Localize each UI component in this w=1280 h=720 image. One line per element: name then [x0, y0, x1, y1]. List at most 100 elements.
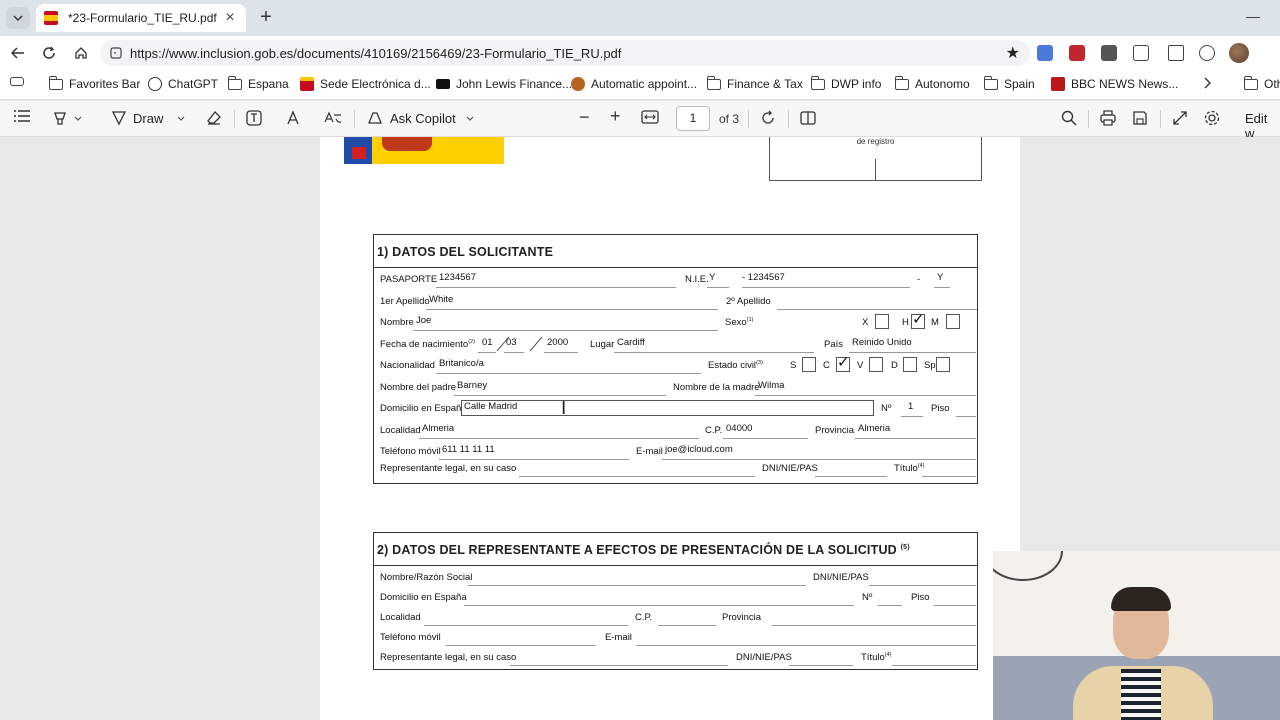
- chevron-down-icon: [466, 116, 474, 121]
- marital-v-checkbox[interactable]: [869, 357, 883, 372]
- extensions-icon[interactable]: [1133, 45, 1149, 61]
- translate-extension-icon[interactable]: [1037, 45, 1053, 61]
- passport-field[interactable]: 1234567: [439, 272, 476, 283]
- fav-item-finance-tax[interactable]: Finance & Tax: [707, 75, 803, 91]
- form-row-surnames: 1er Apellido White 2º Apellido: [374, 290, 977, 312]
- marital-s-checkbox[interactable]: [802, 357, 816, 372]
- read-aloud-button[interactable]: [286, 110, 302, 126]
- marital-s-label: S: [790, 360, 797, 371]
- save-button[interactable]: [1132, 110, 1148, 126]
- refresh-button[interactable]: [38, 42, 60, 64]
- collections-icon[interactable]: [1199, 45, 1215, 61]
- fullscreen-button[interactable]: [1172, 110, 1188, 126]
- sex-h-label: H: [902, 317, 909, 328]
- draw-button[interactable]: Draw: [111, 110, 185, 126]
- ask-copilot-button[interactable]: Ask Copilot: [366, 110, 474, 126]
- birth-place-field[interactable]: Cardiff: [617, 337, 645, 348]
- father-name-field[interactable]: Barney: [457, 380, 487, 391]
- page-view-icon: [800, 111, 816, 125]
- marital-sp-checkbox[interactable]: [936, 357, 950, 372]
- eraser-button[interactable]: [206, 110, 222, 126]
- fav-item-spain[interactable]: Spain: [984, 75, 1035, 91]
- home-button[interactable]: [70, 42, 92, 64]
- settings-button[interactable]: [1204, 110, 1220, 126]
- rep-legal-field[interactable]: [510, 665, 728, 666]
- add-text-button[interactable]: [246, 110, 262, 126]
- close-tab-icon[interactable]: ×: [222, 9, 238, 27]
- fav-item-autonomo[interactable]: Autonomo: [895, 75, 970, 91]
- address-number-field[interactable]: 1: [908, 401, 913, 412]
- highlight-button[interactable]: [52, 110, 82, 126]
- print-button[interactable]: [1100, 110, 1116, 126]
- fav-item-sede[interactable]: Sede Electrónica d...: [300, 77, 431, 91]
- search-button[interactable]: [1061, 110, 1077, 126]
- birth-month-field[interactable]: 03: [506, 337, 517, 348]
- fav-item-favorites-bar[interactable]: Favorites Bar: [49, 75, 140, 91]
- zoom-in-button[interactable]: +: [610, 106, 621, 127]
- address-field[interactable]: [461, 400, 874, 416]
- form-row-nationality: Nacionalidad Britanico/a Estado civil(3)…: [374, 354, 977, 376]
- mobile-field[interactable]: 611 11 11 11: [442, 444, 495, 455]
- rep-title-field[interactable]: [892, 665, 976, 666]
- form-row-rep-address: Domicilio en España Nº Piso: [374, 586, 977, 606]
- mother-name-field[interactable]: Wilma: [758, 380, 784, 391]
- sex-m-checkbox[interactable]: [946, 314, 960, 329]
- tab-actions-button[interactable]: [6, 7, 30, 29]
- back-button[interactable]: [7, 42, 29, 64]
- new-tab-button[interactable]: +: [256, 7, 276, 29]
- nie-control-letter-field[interactable]: Y: [937, 272, 943, 283]
- sex-x-checkbox[interactable]: [875, 314, 889, 329]
- rotate-button[interactable]: [760, 110, 776, 126]
- pdf-toolbar: Draw Ask Copilot − + 1 of 3 Edit w: [0, 101, 1280, 141]
- locality-label: Localidad: [380, 424, 421, 436]
- marital-d-checkbox[interactable]: [903, 357, 917, 372]
- fav-item-john-lewis[interactable]: John Lewis Finance...: [436, 77, 572, 91]
- minimize-window-button[interactable]: —: [1246, 8, 1260, 24]
- more-favorites-chevron-icon[interactable]: [1204, 77, 1212, 89]
- nie-number-field[interactable]: - 1234567: [742, 272, 785, 283]
- marital-sp-label: Sp: [924, 360, 936, 371]
- fav-item-other[interactable]: Oth: [1244, 75, 1280, 91]
- postcode-field[interactable]: 04000: [726, 423, 752, 434]
- legal-representative-field[interactable]: [519, 475, 755, 477]
- birth-year-field[interactable]: 2000: [547, 337, 568, 348]
- fav-item-espana[interactable]: Espana: [228, 75, 289, 91]
- rep-number-label: Nº: [862, 592, 873, 603]
- rep-dni2-field[interactable]: [789, 665, 853, 666]
- title-field[interactable]: [922, 475, 976, 477]
- first-name-field[interactable]: Joe: [416, 315, 431, 326]
- nationality-field[interactable]: Britanico/a: [439, 358, 484, 369]
- sex-label: Sexo(1): [725, 317, 754, 329]
- zoom-out-button[interactable]: −: [579, 107, 590, 128]
- surname1-field[interactable]: White: [429, 294, 453, 305]
- email-field[interactable]: joe@icloud.com: [665, 444, 733, 455]
- rep-address-label: Domicilio en España: [380, 592, 467, 603]
- birth-day-field[interactable]: 01: [482, 337, 493, 348]
- nie-letter-field[interactable]: Y: [709, 272, 715, 283]
- active-tab[interactable]: *23-Formulario_TIE_RU.pdf ×: [36, 4, 246, 32]
- reader-extension-icon[interactable]: [1101, 45, 1117, 61]
- fav-item-chatgpt[interactable]: ChatGPT: [148, 77, 218, 91]
- fav-item-appointment[interactable]: Automatic appoint...: [571, 77, 697, 91]
- province-field[interactable]: Almeria: [858, 423, 890, 434]
- fav-item-bbc[interactable]: BBC NEWS News...: [1051, 77, 1178, 91]
- url-field[interactable]: https://www.inclusion.gob.es/documents/4…: [100, 40, 1030, 66]
- page-number-input[interactable]: 1: [676, 106, 710, 131]
- fav-item-dwp[interactable]: DWP info: [811, 75, 881, 91]
- section-applicant: 1) DATOS DEL SOLICITANTE PASAPORTE 12345…: [373, 234, 978, 484]
- translate-button[interactable]: [324, 110, 342, 126]
- favorite-star-icon[interactable]: ★: [1006, 43, 1020, 63]
- contents-icon[interactable]: [14, 110, 30, 122]
- page-view-button[interactable]: [800, 110, 816, 126]
- form-row-rep-name: Nombre/Razón Social DNI/NIE/PAS: [374, 566, 977, 586]
- country-label: País: [824, 338, 844, 350]
- fit-page-button[interactable]: [641, 110, 659, 124]
- dni-field[interactable]: [815, 475, 887, 477]
- reading-view-icon[interactable]: [10, 77, 24, 86]
- favorites-icon[interactable]: [1168, 45, 1184, 61]
- country-field[interactable]: Reinido Unido: [852, 337, 912, 348]
- coupon-extension-icon[interactable]: [1069, 45, 1085, 61]
- profile-avatar[interactable]: [1229, 43, 1249, 63]
- locality-field[interactable]: Almeria: [422, 423, 454, 434]
- gear-icon: [1204, 110, 1220, 126]
